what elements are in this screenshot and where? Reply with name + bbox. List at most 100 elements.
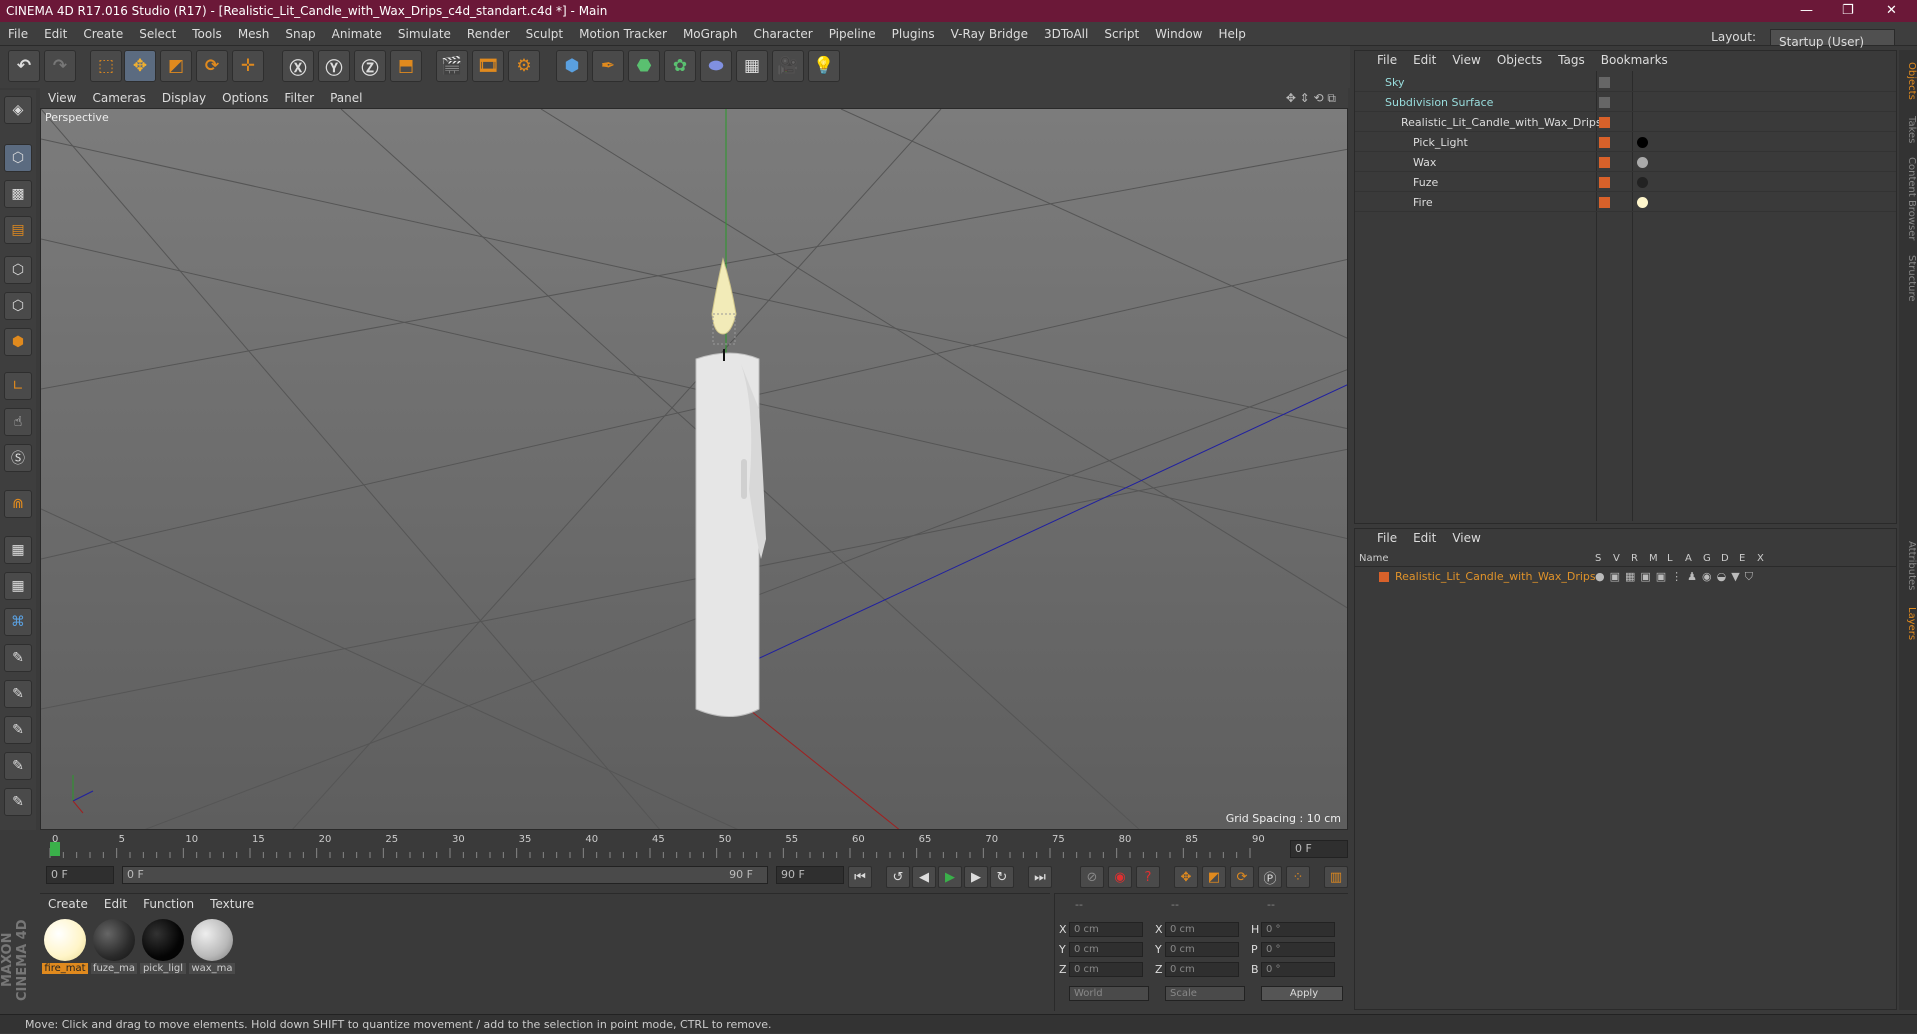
undo-icon[interactable]: ↶ <box>8 50 40 82</box>
restore-icon[interactable]: ❐ <box>1842 0 1854 22</box>
timeline-window-icon[interactable]: ▥ <box>1324 866 1348 888</box>
prev-key-icon[interactable]: ↺ <box>886 866 910 888</box>
vp-menu-panel[interactable]: Panel <box>322 88 370 108</box>
tab-structure[interactable]: Structure <box>1899 248 1917 308</box>
timeline-ruler[interactable]: 0 5 10 15 20 25 30 35 40 45 50 55 60 65 70 75 80 85 90 0 F <box>40 832 1348 860</box>
tweak-icon[interactable]: ☝ <box>4 408 32 436</box>
texture-mode-icon[interactable]: ▩ <box>4 180 32 208</box>
menu-render[interactable]: Render <box>459 22 518 46</box>
current-frame-field[interactable]: 0 F <box>1290 840 1348 858</box>
go-to-end-icon[interactable]: ⏭ <box>1028 866 1052 888</box>
size-y-field[interactable]: 0 cm <box>1165 942 1239 957</box>
make-editable-icon[interactable]: ◈ <box>4 96 32 124</box>
timeline-playhead[interactable] <box>50 842 60 856</box>
play-icon[interactable]: ▶ <box>938 866 962 888</box>
workplane-icon[interactable]: ▤ <box>4 216 32 244</box>
render-view-icon[interactable]: 🎬 <box>436 50 468 82</box>
position-x-field[interactable]: 0 cm <box>1069 922 1143 937</box>
light-icon[interactable]: 💡 <box>808 50 840 82</box>
relax-icon[interactable]: ✎ <box>4 716 32 744</box>
layer-menu-edit[interactable]: Edit <box>1405 529 1444 547</box>
key-parameter-icon[interactable]: Ⓟ <box>1258 866 1282 888</box>
menu-character[interactable]: Character <box>745 22 820 46</box>
menu-mesh[interactable]: Mesh <box>230 22 278 46</box>
layer-col-r[interactable]: R <box>1631 553 1638 564</box>
floor-icon[interactable]: ▦ <box>736 50 768 82</box>
scale-tool-icon[interactable]: ◩ <box>160 50 192 82</box>
object-row-sky[interactable]: Sky <box>1355 73 1896 92</box>
size-z-field[interactable]: 0 cm <box>1165 962 1239 977</box>
rotate-tool-icon[interactable]: ⟳ <box>196 50 228 82</box>
layout-selector[interactable]: Layout: Startup (User) <box>1703 25 1895 49</box>
coordinate-system-icon[interactable]: ⬒ <box>390 50 422 82</box>
object-row-pick-light[interactable]: Pick_Light <box>1355 133 1896 152</box>
menu-snap[interactable]: Snap <box>277 22 323 46</box>
rotation-h-field[interactable]: 0 ° <box>1261 922 1335 937</box>
solo-icon[interactable]: Ⓢ <box>4 444 32 472</box>
layer-col-a[interactable]: A <box>1685 553 1692 564</box>
layer-col-v[interactable]: V <box>1613 553 1620 564</box>
auto-key-icon[interactable]: ◉ <box>1108 866 1132 888</box>
object-row-candle-null[interactable]: Realistic_Lit_Candle_with_Wax_Drips <box>1355 113 1896 132</box>
material-swatch[interactable]: wax_ma <box>189 919 235 977</box>
redo-icon[interactable]: ↷ <box>44 50 76 82</box>
tab-layers[interactable]: Layers <box>1899 602 1917 646</box>
material-tag[interactable] <box>1637 197 1648 208</box>
menu-motion-tracker[interactable]: Motion Tracker <box>571 22 675 46</box>
menu-3dtoall[interactable]: 3DToAll <box>1036 22 1096 46</box>
vp-menu-cameras[interactable]: Cameras <box>84 88 153 108</box>
menu-tools[interactable]: Tools <box>184 22 230 46</box>
mat-menu-texture[interactable]: Texture <box>202 894 262 914</box>
tab-objects[interactable]: Objects <box>1899 56 1917 106</box>
object-row-subdivision[interactable]: Subdivision Surface <box>1355 93 1896 112</box>
obj-menu-file[interactable]: File <box>1369 51 1405 69</box>
rotation-p-field[interactable]: 0 ° <box>1261 942 1335 957</box>
material-tag[interactable] <box>1637 157 1648 168</box>
obj-menu-objects[interactable]: Objects <box>1489 51 1550 69</box>
layer-toggle-icons[interactable]: ●▣▦▣▣⋮♟◉◒▼⛉ <box>1595 569 1758 585</box>
live-selection-icon[interactable]: ⬚ <box>90 50 122 82</box>
menu-create[interactable]: Create <box>75 22 131 46</box>
menu-sculpt[interactable]: Sculpt <box>518 22 571 46</box>
layer-col-s[interactable]: S <box>1595 553 1601 564</box>
material-tag[interactable] <box>1637 177 1648 188</box>
size-x-field[interactable]: 0 cm <box>1165 922 1239 937</box>
z-axis-icon[interactable]: Ⓩ <box>354 50 386 82</box>
object-row-wax[interactable]: Wax <box>1355 153 1896 172</box>
mat-menu-edit[interactable]: Edit <box>96 894 135 914</box>
quantize-icon[interactable]: ▦ <box>4 572 32 600</box>
key-position-icon[interactable]: ✥ <box>1174 866 1198 888</box>
next-key-icon[interactable]: ↻ <box>990 866 1014 888</box>
key-pla-icon[interactable]: ⁘ <box>1286 866 1310 888</box>
menu-vray-bridge[interactable]: V-Ray Bridge <box>943 22 1036 46</box>
deformer-icon[interactable]: ⬬ <box>700 50 732 82</box>
next-frame-icon[interactable]: ▶ <box>964 866 988 888</box>
tab-attributes[interactable]: Attributes <box>1899 534 1917 598</box>
material-swatch[interactable]: fuze_ma <box>91 919 137 977</box>
tab-content-browser[interactable]: Content Browser <box>1899 154 1917 244</box>
obj-menu-tags[interactable]: Tags <box>1550 51 1593 69</box>
frame-range-slider[interactable]: 0 F 90 F <box>122 866 768 884</box>
menu-select[interactable]: Select <box>131 22 184 46</box>
start-frame-field[interactable]: 0 F <box>46 866 114 884</box>
prev-frame-icon[interactable]: ◀ <box>912 866 936 888</box>
perspective-viewport[interactable]: Perspective Grid Spacing : 10 cm <box>40 108 1348 830</box>
model-mode-icon[interactable]: ⬡ <box>4 144 32 172</box>
menu-edit[interactable]: Edit <box>36 22 75 46</box>
array-icon[interactable]: ✿ <box>664 50 696 82</box>
axis-mode-icon[interactable]: ∟ <box>4 372 32 400</box>
menu-plugins[interactable]: Plugins <box>884 22 943 46</box>
object-row-fire[interactable]: Fire <box>1355 193 1896 212</box>
keyframe-selection-icon[interactable]: ? <box>1136 866 1160 888</box>
obj-menu-bookmarks[interactable]: Bookmarks <box>1593 51 1676 69</box>
edges-mode-icon[interactable]: ⬡ <box>4 292 32 320</box>
x-axis-icon[interactable]: Ⓧ <box>282 50 314 82</box>
mat-menu-create[interactable]: Create <box>40 894 96 914</box>
position-z-field[interactable]: 0 cm <box>1069 962 1143 977</box>
python-icon[interactable]: ⌘ <box>4 608 32 636</box>
mat-menu-function[interactable]: Function <box>135 894 202 914</box>
layer-col-x[interactable]: X <box>1757 553 1764 564</box>
render-settings-icon[interactable]: ⚙ <box>508 50 540 82</box>
menu-mograph[interactable]: MoGraph <box>675 22 746 46</box>
knife-icon[interactable]: ✎ <box>4 752 32 780</box>
